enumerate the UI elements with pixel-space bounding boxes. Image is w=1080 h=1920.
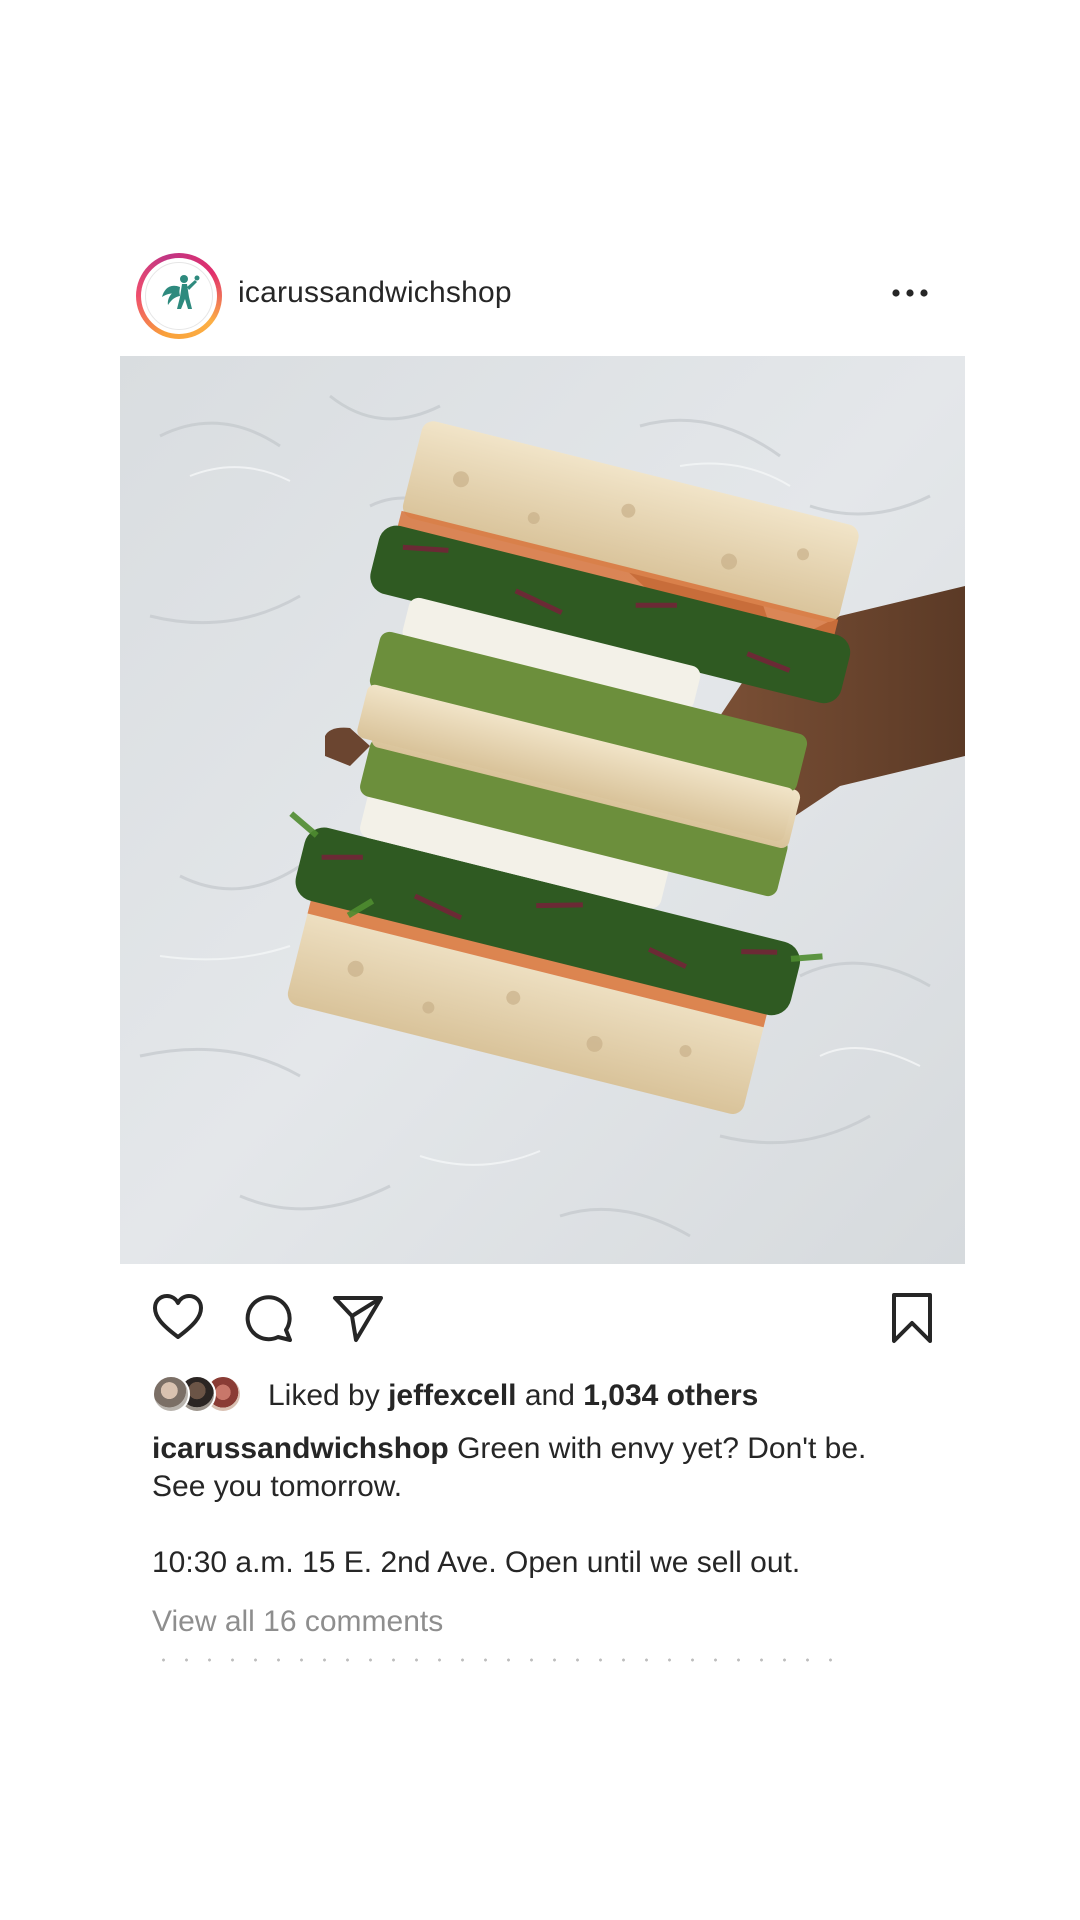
post-photo[interactable]	[120, 356, 965, 1264]
winged-figure-logo-icon	[145, 262, 213, 330]
post-actions	[150, 1290, 940, 1346]
caption-username[interactable]: icarussandwichshop	[152, 1432, 449, 1465]
comment-icon	[245, 1295, 292, 1342]
sandwich-photo	[120, 356, 965, 1264]
liker-username[interactable]: jeffexcell	[388, 1379, 516, 1412]
liker-avatars[interactable]	[152, 1375, 252, 1415]
bookmark-icon	[892, 1293, 932, 1343]
likes-others[interactable]: 1,034 others	[583, 1379, 758, 1412]
heart-icon	[153, 1294, 203, 1339]
caption-text-line3: 10:30 a.m. 15 E. 2nd Ave. Open until we …	[152, 1546, 801, 1579]
share-button[interactable]	[330, 1290, 386, 1346]
likes-connector: and	[524, 1379, 575, 1412]
username-link[interactable]: icarussandwichshop	[238, 276, 512, 310]
like-button[interactable]	[150, 1290, 206, 1346]
caption-text-line1: Green with envy yet? Don't be.	[457, 1432, 867, 1465]
cut-off-comment-preview	[152, 1657, 842, 1663]
send-icon	[333, 1296, 383, 1342]
save-button[interactable]	[884, 1290, 940, 1346]
post-caption: icarussandwichshop Green with envy yet? …	[152, 1430, 952, 1582]
avatar[interactable]	[136, 253, 222, 339]
more-horizontal-icon	[892, 289, 928, 297]
comment-button[interactable]	[240, 1290, 296, 1346]
avatar	[152, 1375, 190, 1413]
post-header: icarussandwichshop	[120, 248, 960, 344]
caption-text-line2: See you tomorrow.	[152, 1470, 403, 1503]
likes-prefix: Liked by	[268, 1379, 380, 1412]
view-comments-link[interactable]: View all 16 comments	[152, 1604, 443, 1640]
more-options-button[interactable]	[888, 278, 932, 308]
likes-summary[interactable]: Liked by jeffexcell and 1,034 others	[268, 1379, 758, 1413]
likes-row: Liked by jeffexcell and 1,034 others	[152, 1373, 952, 1417]
